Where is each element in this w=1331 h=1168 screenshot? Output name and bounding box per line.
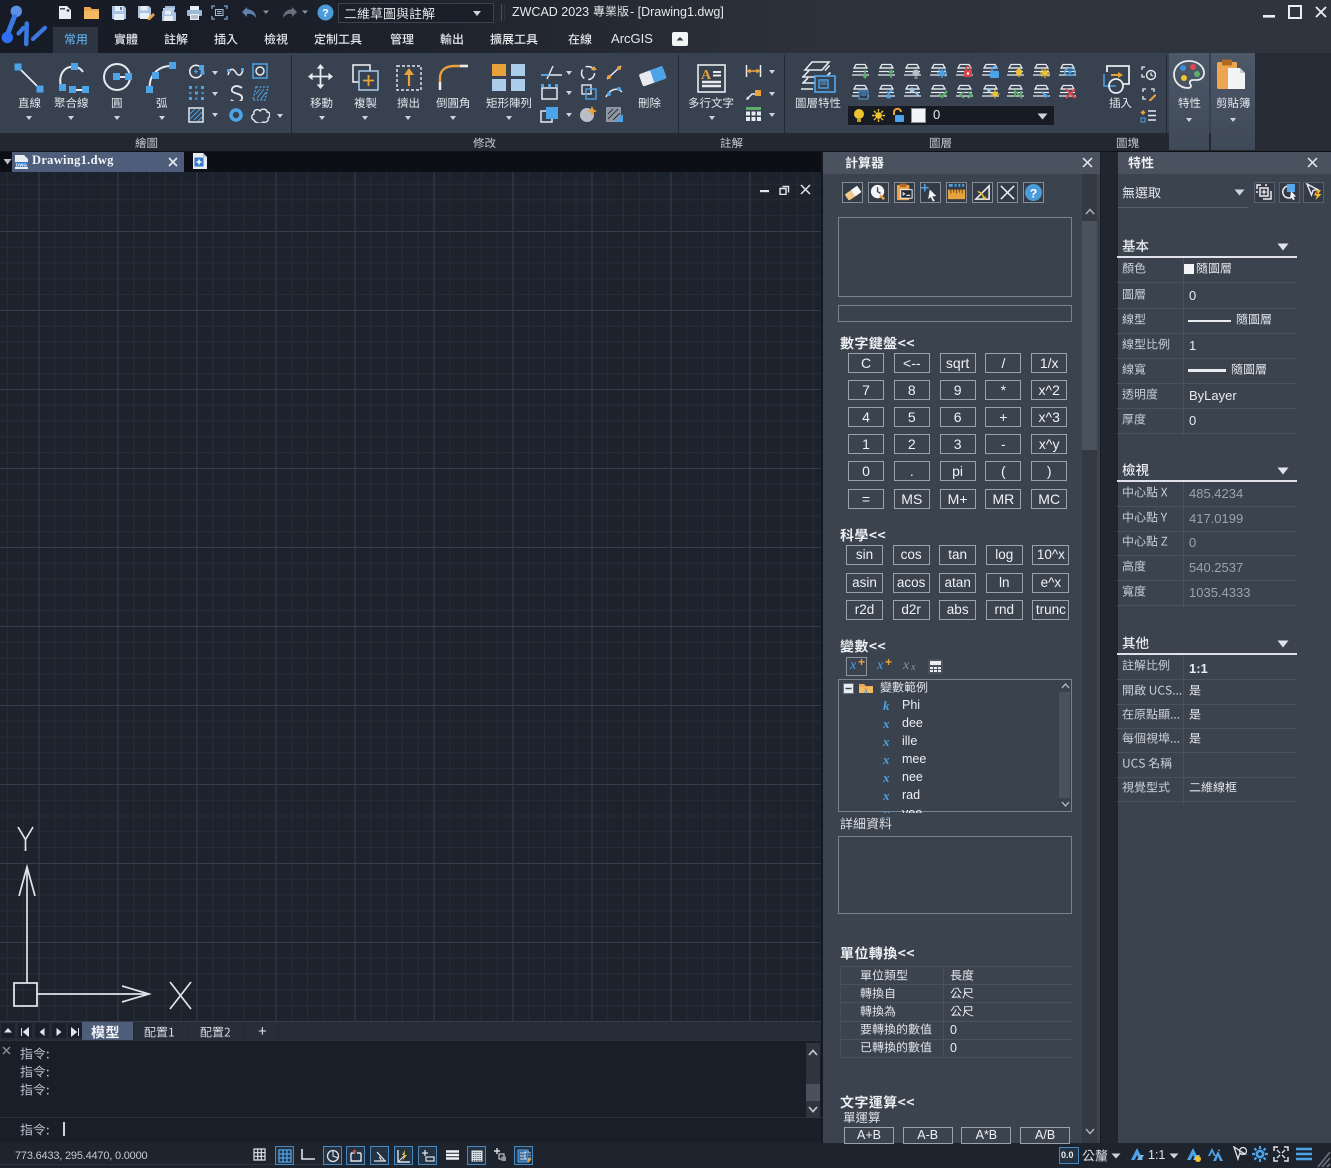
- svg-text:A: A: [701, 68, 712, 83]
- svg-text:DWG: DWG: [16, 162, 27, 167]
- svg-text:x: x: [863, 685, 868, 694]
- svg-text:?: ?: [322, 8, 329, 20]
- svg-text:?: ?: [1030, 186, 1038, 200]
